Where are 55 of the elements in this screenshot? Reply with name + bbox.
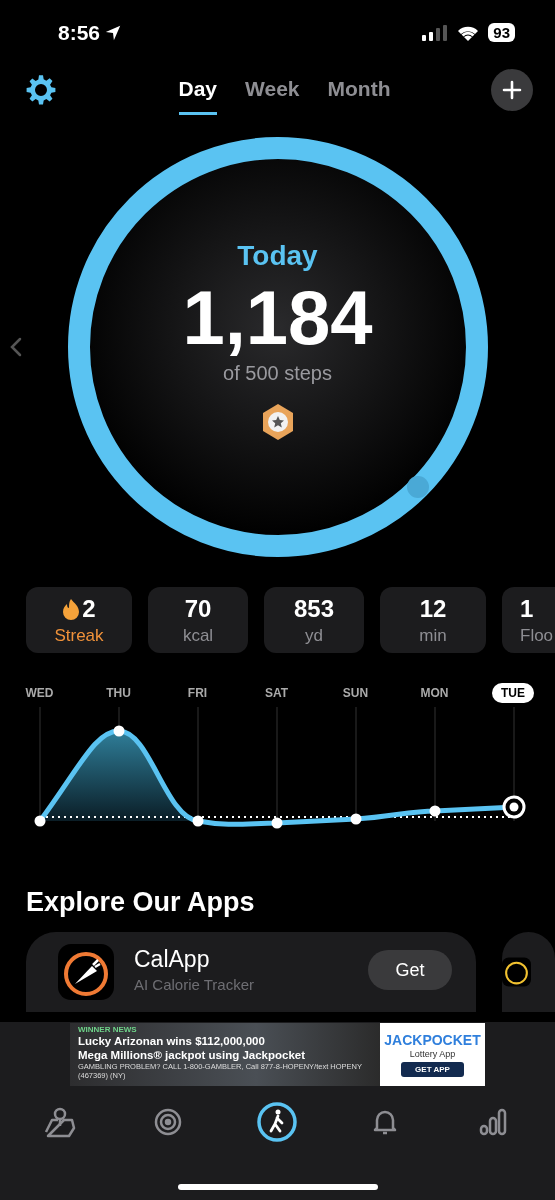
app-name: CalApp — [134, 946, 211, 973]
stat-value: 853 — [293, 594, 334, 623]
settings-icon[interactable] — [25, 74, 57, 106]
add-button[interactable] — [491, 69, 533, 111]
period-tab[interactable]: Day — [178, 65, 218, 115]
step-count: 1,184 — [182, 279, 373, 356]
data-point — [34, 815, 46, 827]
ring-title: Today — [237, 239, 318, 272]
stat-value: 2 — [82, 594, 96, 623]
data-point — [192, 815, 204, 827]
status-time: 8:56 — [58, 20, 101, 45]
get-app-button[interactable]: GET APP — [401, 1062, 464, 1077]
current-point — [502, 795, 526, 819]
carrot-app-icon — [58, 944, 114, 1000]
data-point — [113, 725, 125, 737]
walking-icon — [254, 1100, 299, 1144]
period-tab[interactable]: Week — [245, 65, 300, 115]
data-point — [271, 817, 283, 829]
data-point — [429, 805, 441, 817]
day-label[interactable]: SAT — [237, 683, 316, 703]
period-tab[interactable]: Month — [327, 65, 391, 115]
tab-bar-item[interactable] — [254, 1100, 299, 1144]
stat-label: yd — [305, 625, 323, 646]
stat-label: min — [419, 625, 447, 646]
stat-value: 70 — [184, 594, 212, 623]
plus-icon — [502, 80, 522, 100]
stat-value: 12 — [419, 594, 447, 623]
app-card[interactable] — [502, 932, 555, 1012]
day-label[interactable]: FRI — [158, 683, 237, 703]
day-label[interactable]: WED — [0, 683, 79, 703]
ad-headline: Mega Millions® jackpot using Jackpocket — [78, 1048, 307, 1062]
battery-level: 93 — [488, 23, 515, 42]
stat-value: 1 — [520, 594, 534, 623]
star-badge-icon — [260, 402, 295, 441]
ad-headline: Lucky Arizonan wins $112,000,000 — [78, 1034, 266, 1048]
chevron-left-icon[interactable] — [10, 337, 22, 357]
section-title: Explore Our Apps — [26, 887, 256, 918]
step-goal: of 500 steps — [223, 361, 332, 385]
signal-icon — [422, 24, 449, 41]
app-card[interactable]: CalApp AI Calorie Tracker Get — [26, 932, 476, 1012]
ad-tag: WINNER NEWS — [78, 1025, 380, 1034]
ad-brand-subtitle: Lottery App — [409, 1049, 456, 1059]
day-label[interactable]: TUE — [492, 683, 534, 703]
location-arrow-icon — [104, 23, 123, 42]
flame-icon — [62, 597, 81, 620]
get-button[interactable]: Get — [368, 950, 452, 990]
data-point — [350, 813, 362, 825]
stat-label: Streak — [54, 625, 104, 646]
ad-brand: JACKPOCKET — [384, 1032, 481, 1048]
day-label[interactable]: MON — [395, 683, 474, 703]
day-label[interactable]: THU — [79, 683, 158, 703]
app-subtitle: AI Calorie Tracker — [134, 976, 256, 993]
day-label[interactable]: SUN — [316, 683, 395, 703]
stat-label: kcal — [182, 625, 214, 646]
stat-label: Floo — [520, 625, 554, 646]
